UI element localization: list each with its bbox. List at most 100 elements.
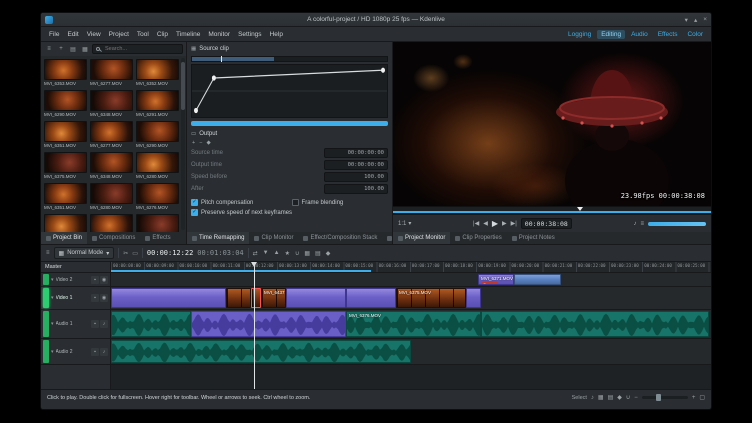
video-preview[interactable]: 23.98fps 00:00:38:08 bbox=[393, 42, 711, 206]
master-button[interactable]: Master bbox=[41, 262, 110, 273]
timeline-clip[interactable] bbox=[111, 340, 411, 363]
timeline-ruler[interactable]: 00:00:08:0000:00:09:0000:00:10:0000:00:1… bbox=[111, 262, 711, 273]
track-lock-icon[interactable]: ▪ bbox=[91, 276, 99, 284]
zoom-in-icon[interactable]: + bbox=[692, 395, 696, 401]
tab-effects[interactable]: Effects bbox=[140, 232, 175, 244]
workspace-effects[interactable]: Effects bbox=[654, 30, 682, 39]
workspace-color[interactable]: Color bbox=[683, 30, 707, 39]
bin-clip[interactable]: MVI_6348.MOV bbox=[90, 90, 133, 118]
timeline-clip[interactable] bbox=[191, 311, 346, 337]
bin-clip[interactable]: MVI_6290.MOV bbox=[44, 90, 87, 118]
add-keyframe-icon[interactable]: + bbox=[192, 140, 195, 146]
field-value[interactable]: 00:00:00:00 bbox=[324, 148, 388, 158]
tab-project-bin[interactable]: Project Bin bbox=[41, 232, 87, 244]
menu-view[interactable]: View bbox=[83, 30, 105, 39]
track-hide-icon[interactable]: ◉ bbox=[100, 294, 108, 302]
bin-clip[interactable]: MVI_6352.MOV bbox=[136, 59, 179, 87]
timeline-clip[interactable] bbox=[466, 288, 481, 308]
bin-clip[interactable]: MVI_6351.MOV bbox=[44, 121, 87, 149]
timeline-zoom-slider[interactable] bbox=[642, 396, 688, 399]
track-lock-icon[interactable]: ▪ bbox=[91, 348, 99, 356]
timeline-clip[interactable] bbox=[346, 288, 396, 308]
show-audio-thumbs-icon[interactable]: ▤ bbox=[608, 394, 614, 401]
menu-file[interactable]: File bbox=[45, 30, 63, 39]
close-button[interactable]: × bbox=[703, 16, 707, 24]
timeline-clip[interactable]: MVI_6437.MOV bbox=[261, 288, 286, 308]
show-markers-icon[interactable]: ◆ bbox=[617, 394, 622, 401]
bin-clip[interactable]: MVI_6280.MOV bbox=[90, 183, 133, 211]
timeline-zone-bar[interactable] bbox=[111, 270, 371, 272]
maximize-button[interactable]: ▴ bbox=[694, 16, 697, 24]
timeline-track-video-2[interactable] bbox=[111, 273, 711, 287]
track-target-indicator[interactable] bbox=[43, 274, 49, 285]
menu-timeline[interactable]: Timeline bbox=[172, 30, 204, 39]
timeline-playhead[interactable] bbox=[254, 262, 255, 389]
bin-menu-icon[interactable]: ≡ bbox=[44, 44, 54, 54]
timeline-clip[interactable] bbox=[111, 288, 226, 308]
track-collapse-icon[interactable]: ▾ bbox=[51, 295, 54, 301]
monitor-go-end-icon[interactable]: ▶| bbox=[511, 220, 517, 227]
show-markers-icon[interactable]: ◆ bbox=[326, 250, 331, 257]
bin-clip[interactable]: MVI_6351.MOV bbox=[44, 183, 87, 211]
monitor-seekbar[interactable] bbox=[393, 206, 711, 214]
timeline-menu-icon[interactable]: ≡ bbox=[46, 250, 50, 256]
bin-clip[interactable]: MVI_6375.MOV bbox=[44, 152, 87, 180]
track-lock-icon[interactable]: ▪ bbox=[91, 320, 99, 328]
menu-clip[interactable]: Clip bbox=[153, 30, 172, 39]
timeline-clip[interactable] bbox=[251, 288, 261, 308]
workspace-audio[interactable]: Audio bbox=[627, 30, 652, 39]
add-clip-icon[interactable]: + bbox=[56, 44, 66, 54]
bin-clip[interactable]: MVI_6280.MOV bbox=[136, 152, 179, 180]
tab-clip-properties[interactable]: Clip Properties bbox=[450, 232, 506, 244]
track-collapse-icon[interactable]: ▾ bbox=[51, 277, 54, 283]
menu-monitor[interactable]: Monitor bbox=[204, 30, 234, 39]
fit-zoom-icon[interactable]: ▢ bbox=[699, 394, 705, 401]
bin-clip[interactable]: MVI_6348.MOV bbox=[90, 152, 133, 180]
workspace-logging[interactable]: Logging bbox=[564, 30, 595, 39]
timeline-clip[interactable] bbox=[111, 311, 191, 337]
bin-clip[interactable]: MVI_6277.MOV bbox=[90, 59, 133, 87]
mix-audio-icon[interactable]: ♪ bbox=[591, 395, 594, 401]
tab-project-notes[interactable]: Project Notes bbox=[507, 232, 560, 244]
tab-effect-composition-stack[interactable]: Effect/Composition Stack bbox=[298, 232, 382, 244]
checkbox-pitch-compensation[interactable]: ✓Pitch compensation bbox=[191, 199, 286, 206]
tab-project-monitor[interactable]: Project Monitor bbox=[393, 232, 450, 244]
track-target-indicator[interactable] bbox=[43, 340, 49, 363]
bin-clip[interactable]: MVI_6291.MOV bbox=[136, 90, 179, 118]
monitor-frame-forward-icon[interactable]: ▶ bbox=[502, 220, 507, 227]
track-header-video-1[interactable]: ▾Video 1▪◉ bbox=[41, 287, 110, 310]
monitor-timecode[interactable]: 00:00:38:08 bbox=[521, 218, 572, 229]
mix-icon[interactable]: ⇄ bbox=[253, 250, 258, 257]
workspace-editing[interactable]: Editing bbox=[597, 30, 625, 39]
track-header-audio-2[interactable]: ▾Audio 2▪♪ bbox=[41, 339, 110, 365]
menu-help[interactable]: Help bbox=[266, 30, 287, 39]
track-target-indicator[interactable] bbox=[43, 288, 49, 308]
source-clip-strip[interactable] bbox=[191, 56, 388, 62]
timeline-clip[interactable]: MVI_6376.MOV bbox=[346, 311, 481, 337]
bin-clip[interactable]: MVI_6260.MOV bbox=[90, 214, 133, 232]
track-collapse-icon[interactable]: ▾ bbox=[51, 349, 54, 355]
field-value[interactable]: 100.00 bbox=[324, 184, 388, 194]
create-folder-icon[interactable]: ▤ bbox=[68, 44, 78, 54]
razor-icon[interactable]: ✂ bbox=[123, 250, 128, 257]
timeline-clip[interactable] bbox=[226, 288, 251, 308]
insert-zone-icon[interactable]: ▼ bbox=[263, 250, 269, 256]
select-tool-label[interactable]: Select bbox=[572, 395, 587, 401]
overwrite-zone-icon[interactable]: ▲ bbox=[274, 250, 280, 256]
favorite-effects-icon[interactable]: ★ bbox=[285, 250, 290, 257]
video-thumbnails-icon[interactable]: ▦ bbox=[304, 250, 310, 257]
monitor-zoom-dropdown[interactable]: 1:1▾ bbox=[398, 220, 411, 227]
track-mute-icon[interactable]: ♪ bbox=[100, 348, 108, 356]
checkbox-frame-blending[interactable]: Frame blending bbox=[292, 199, 387, 206]
menu-settings[interactable]: Settings bbox=[234, 30, 266, 39]
minimize-button[interactable]: ▾ bbox=[685, 16, 688, 24]
bin-clip[interactable]: MVI_6276.MOV bbox=[136, 214, 179, 232]
menu-edit[interactable]: Edit bbox=[63, 30, 82, 39]
timeline-clip[interactable]: MVI_6375.MOV bbox=[396, 288, 466, 308]
monitor-playhead-marker[interactable] bbox=[577, 207, 583, 211]
bin-clip[interactable]: MVI_6361.MOV bbox=[44, 214, 87, 232]
timeline-clip[interactable] bbox=[286, 288, 346, 308]
menu-tool[interactable]: Tool bbox=[133, 30, 153, 39]
remap-curve-editor[interactable] bbox=[191, 64, 388, 118]
tab-time-remapping[interactable]: Time Remapping bbox=[187, 232, 249, 244]
